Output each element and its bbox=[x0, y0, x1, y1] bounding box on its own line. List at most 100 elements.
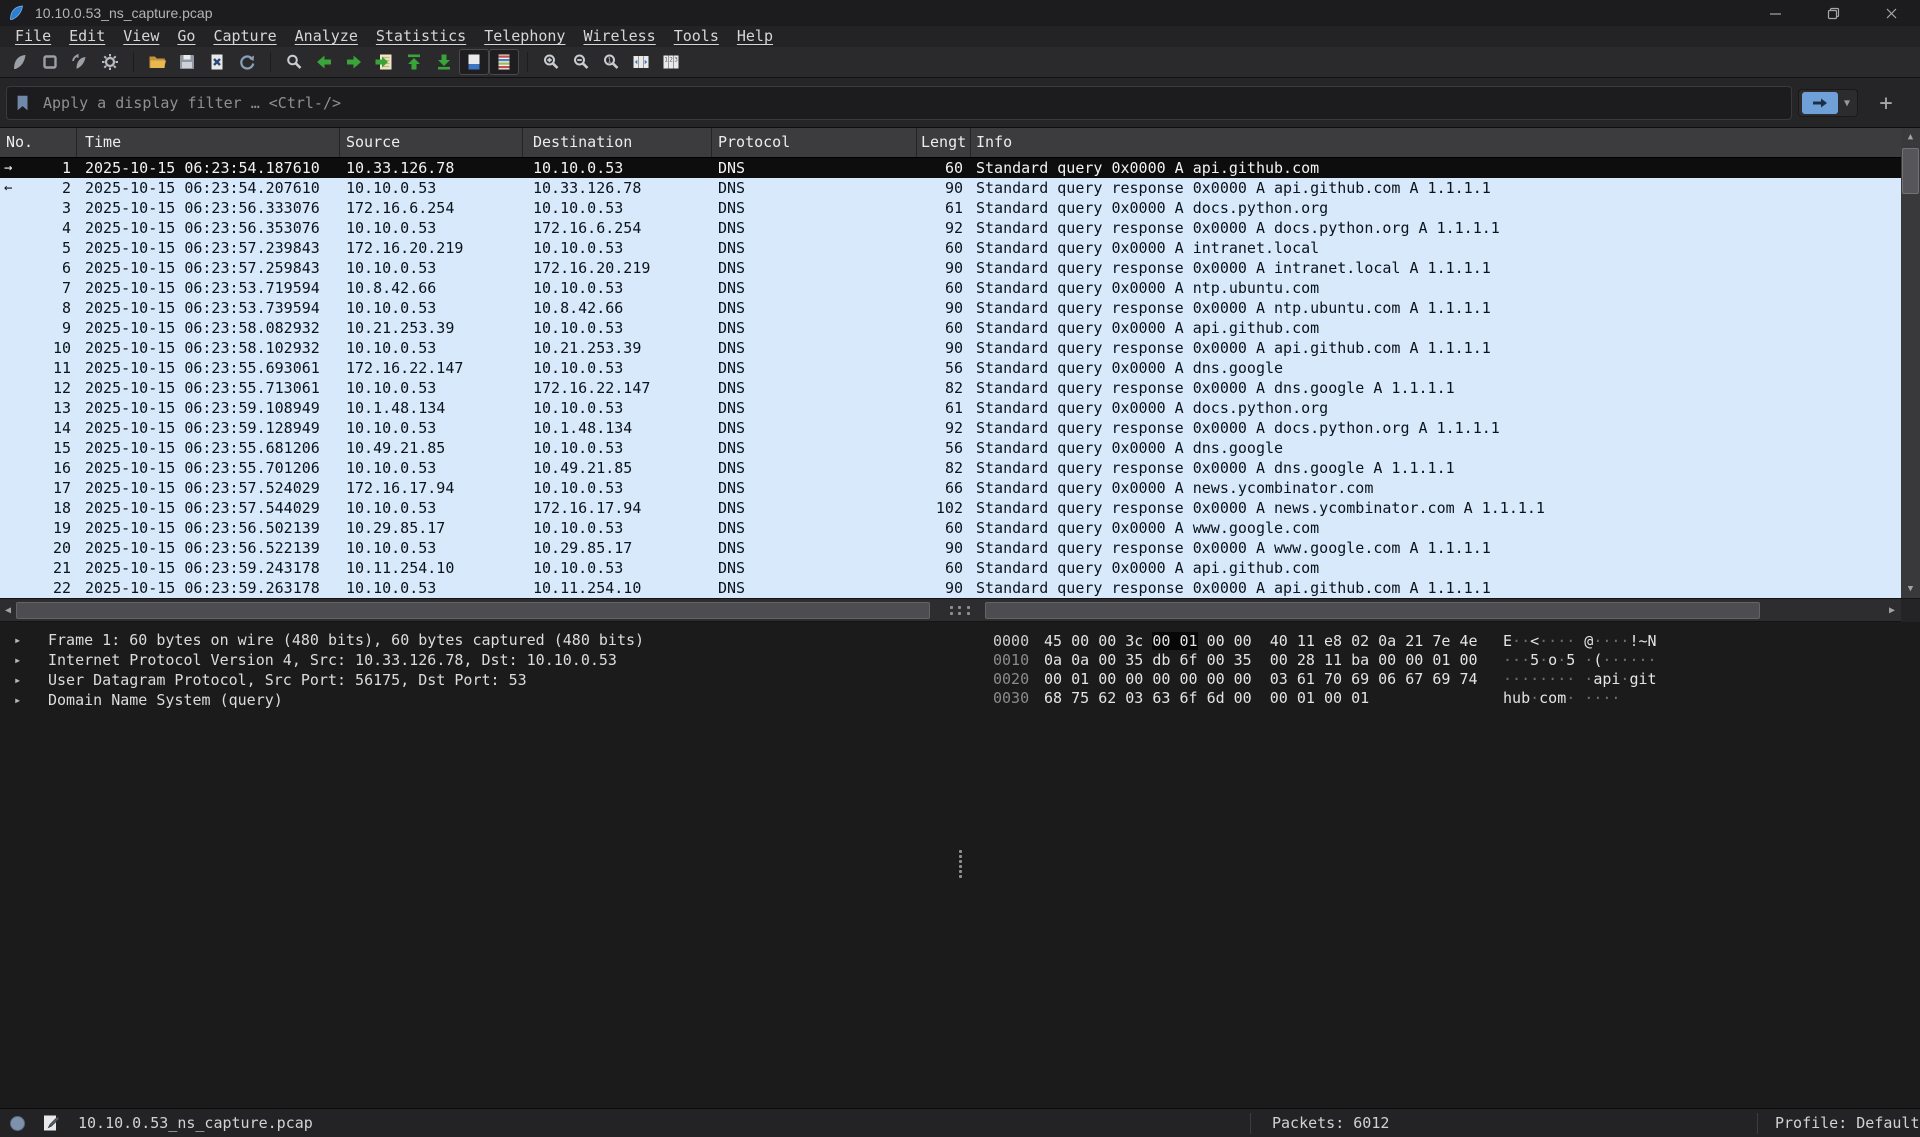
expert-info-icon[interactable] bbox=[10, 1116, 25, 1131]
column-header-source[interactable]: Source bbox=[340, 128, 523, 157]
expand-triangle-icon[interactable]: ▸ bbox=[14, 653, 28, 667]
add-filter-button[interactable]: + bbox=[1872, 89, 1900, 117]
packet-row[interactable]: 152025-10-15 06:23:55.68120610.49.21.851… bbox=[0, 438, 1901, 458]
column-header-protocol[interactable]: Protocol bbox=[712, 128, 917, 157]
hex-row[interactable]: 000045 00 00 3c 00 01 00 00 40 11 e8 02 … bbox=[993, 632, 1920, 651]
vscrollbar-thumb[interactable] bbox=[1902, 148, 1919, 194]
filter-bookmark-icon[interactable] bbox=[14, 94, 32, 112]
capture-comment-icon[interactable] bbox=[42, 1114, 60, 1132]
stop-capture-button[interactable] bbox=[35, 49, 65, 75]
packet-row[interactable]: 182025-10-15 06:23:57.54402910.10.0.5317… bbox=[0, 498, 1901, 518]
scroll-up-arrow-icon[interactable]: ▲ bbox=[1901, 128, 1920, 146]
detail-line[interactable]: ▸Internet Protocol Version 4, Src: 10.33… bbox=[0, 650, 952, 670]
cell-info: Standard query response 0x0000 A api.git… bbox=[971, 578, 1901, 598]
menu-item-help[interactable]: Help bbox=[728, 26, 782, 47]
details-hex-splitter[interactable] bbox=[952, 622, 968, 1108]
menu-item-view[interactable]: View bbox=[114, 26, 168, 47]
cell-info: Standard query response 0x0000 A docs.py… bbox=[971, 418, 1901, 438]
column-header-info[interactable]: Info bbox=[971, 128, 1901, 157]
cell-protocol: DNS bbox=[712, 558, 917, 578]
reset-layout-button[interactable]: 123 bbox=[656, 49, 686, 75]
menu-item-wireless[interactable]: Wireless bbox=[574, 26, 664, 47]
start-capture-button[interactable] bbox=[5, 49, 35, 75]
packet-row[interactable]: 172025-10-15 06:23:57.524029172.16.17.94… bbox=[0, 478, 1901, 498]
expand-triangle-icon[interactable]: ▸ bbox=[14, 633, 28, 647]
hex-ascii: ········ ·api·git bbox=[1503, 670, 1657, 689]
zoom-original-button[interactable]: 1 bbox=[596, 49, 626, 75]
packet-row[interactable]: 52025-10-15 06:23:57.239843172.16.20.219… bbox=[0, 238, 1901, 258]
find-packet-button[interactable] bbox=[279, 49, 309, 75]
pane-splitter-grip[interactable] bbox=[948, 606, 972, 615]
menu-item-capture[interactable]: Capture bbox=[204, 26, 285, 47]
detail-line[interactable]: ▸Frame 1: 60 bytes on wire (480 bits), 6… bbox=[0, 630, 952, 650]
go-forward-button[interactable] bbox=[339, 49, 369, 75]
display-filter-input[interactable] bbox=[6, 86, 1792, 120]
packet-list-vscrollbar[interactable]: ▲ ▼ bbox=[1901, 128, 1920, 598]
reload-file-button[interactable] bbox=[232, 49, 262, 75]
packet-row[interactable]: ←22025-10-15 06:23:54.20761010.10.0.5310… bbox=[0, 178, 1901, 198]
zoom-out-button[interactable] bbox=[566, 49, 596, 75]
expand-triangle-icon[interactable]: ▸ bbox=[14, 673, 28, 687]
detail-line[interactable]: ▸Domain Name System (query) bbox=[0, 690, 952, 710]
expand-triangle-icon[interactable]: ▸ bbox=[14, 693, 28, 707]
window-title: 10.10.0.53_ns_capture.pcap bbox=[35, 5, 212, 21]
go-back-icon bbox=[314, 52, 334, 72]
apply-filter-button[interactable] bbox=[1802, 92, 1838, 114]
zoom-in-button[interactable] bbox=[536, 49, 566, 75]
menu-item-go[interactable]: Go bbox=[168, 26, 204, 47]
save-file-button[interactable] bbox=[172, 49, 202, 75]
column-header-no[interactable]: No. bbox=[0, 128, 77, 157]
menu-item-telephony[interactable]: Telephony bbox=[475, 26, 574, 47]
scroll-left-arrow-icon[interactable]: ◀ bbox=[0, 601, 16, 620]
hex-row[interactable]: 00100a 0a 00 35 db 6f 00 35 00 28 11 ba … bbox=[993, 651, 1920, 670]
close-button[interactable] bbox=[1862, 0, 1920, 26]
packet-row[interactable]: 192025-10-15 06:23:56.50213910.29.85.171… bbox=[0, 518, 1901, 538]
packet-row[interactable]: 132025-10-15 06:23:59.10894910.1.48.1341… bbox=[0, 398, 1901, 418]
close-file-button[interactable] bbox=[202, 49, 232, 75]
go-last-packet-button[interactable] bbox=[429, 49, 459, 75]
packet-row[interactable]: 122025-10-15 06:23:55.71306110.10.0.5317… bbox=[0, 378, 1901, 398]
packet-row[interactable]: 102025-10-15 06:23:58.10293210.10.0.5310… bbox=[0, 338, 1901, 358]
maximize-button[interactable] bbox=[1804, 0, 1862, 26]
colorize-packets-button[interactable] bbox=[489, 49, 519, 75]
capture-options-button[interactable] bbox=[95, 49, 125, 75]
scroll-down-arrow-icon[interactable]: ▼ bbox=[1901, 580, 1920, 598]
open-file-button[interactable] bbox=[142, 49, 172, 75]
hex-row[interactable]: 002000 01 00 00 00 00 00 00 03 61 70 69 … bbox=[993, 670, 1920, 689]
packet-row[interactable]: 82025-10-15 06:23:53.73959410.10.0.5310.… bbox=[0, 298, 1901, 318]
go-back-button[interactable] bbox=[309, 49, 339, 75]
packet-row[interactable]: →12025-10-15 06:23:54.18761010.33.126.78… bbox=[0, 158, 1901, 178]
packet-row[interactable]: 212025-10-15 06:23:59.24317810.11.254.10… bbox=[0, 558, 1901, 578]
detail-line[interactable]: ▸User Datagram Protocol, Src Port: 56175… bbox=[0, 670, 952, 690]
column-header-time[interactable]: Time bbox=[77, 128, 340, 157]
packet-row[interactable]: 202025-10-15 06:23:56.52213910.10.0.5310… bbox=[0, 538, 1901, 558]
filter-dropdown-caret[interactable]: ▼ bbox=[1838, 98, 1856, 109]
restart-capture-button[interactable] bbox=[65, 49, 95, 75]
resize-columns-button[interactable] bbox=[626, 49, 656, 75]
packet-row[interactable]: 72025-10-15 06:23:53.71959410.8.42.6610.… bbox=[0, 278, 1901, 298]
menu-item-analyze[interactable]: Analyze bbox=[286, 26, 367, 47]
status-profile[interactable]: Profile: Default bbox=[1775, 1114, 1920, 1132]
packet-row[interactable]: 112025-10-15 06:23:55.693061172.16.22.14… bbox=[0, 358, 1901, 378]
packet-row[interactable]: 42025-10-15 06:23:56.35307610.10.0.53172… bbox=[0, 218, 1901, 238]
scroll-right-arrow-icon[interactable]: ▶ bbox=[1884, 601, 1900, 620]
go-first-packet-button[interactable] bbox=[399, 49, 429, 75]
column-header-destination[interactable]: Destination bbox=[523, 128, 712, 157]
packet-row[interactable]: 162025-10-15 06:23:55.70120610.10.0.5310… bbox=[0, 458, 1901, 478]
auto-scroll-button[interactable] bbox=[459, 49, 489, 75]
packet-row[interactable]: 92025-10-15 06:23:58.08293210.21.253.391… bbox=[0, 318, 1901, 338]
packet-row[interactable]: 142025-10-15 06:23:59.12894910.10.0.5310… bbox=[0, 418, 1901, 438]
menu-item-tools[interactable]: Tools bbox=[665, 26, 728, 47]
minimize-button[interactable] bbox=[1746, 0, 1804, 26]
packet-row[interactable]: 222025-10-15 06:23:59.26317810.10.0.5310… bbox=[0, 578, 1901, 598]
menu-item-edit[interactable]: Edit bbox=[60, 26, 114, 47]
go-to-packet-button[interactable] bbox=[369, 49, 399, 75]
column-header-length[interactable]: Lengt bbox=[917, 128, 971, 157]
hex-row[interactable]: 003068 75 62 03 63 6f 6d 00 00 01 00 01h… bbox=[993, 689, 1920, 708]
packet-row[interactable]: 32025-10-15 06:23:56.333076172.16.6.2541… bbox=[0, 198, 1901, 218]
packet-row[interactable]: 62025-10-15 06:23:57.25984310.10.0.53172… bbox=[0, 258, 1901, 278]
menu-item-file[interactable]: File bbox=[6, 26, 60, 47]
menu-item-statistics[interactable]: Statistics bbox=[367, 26, 475, 47]
hex-hscrollbar-thumb[interactable] bbox=[985, 602, 1760, 619]
details-hscrollbar-thumb[interactable] bbox=[16, 602, 930, 619]
